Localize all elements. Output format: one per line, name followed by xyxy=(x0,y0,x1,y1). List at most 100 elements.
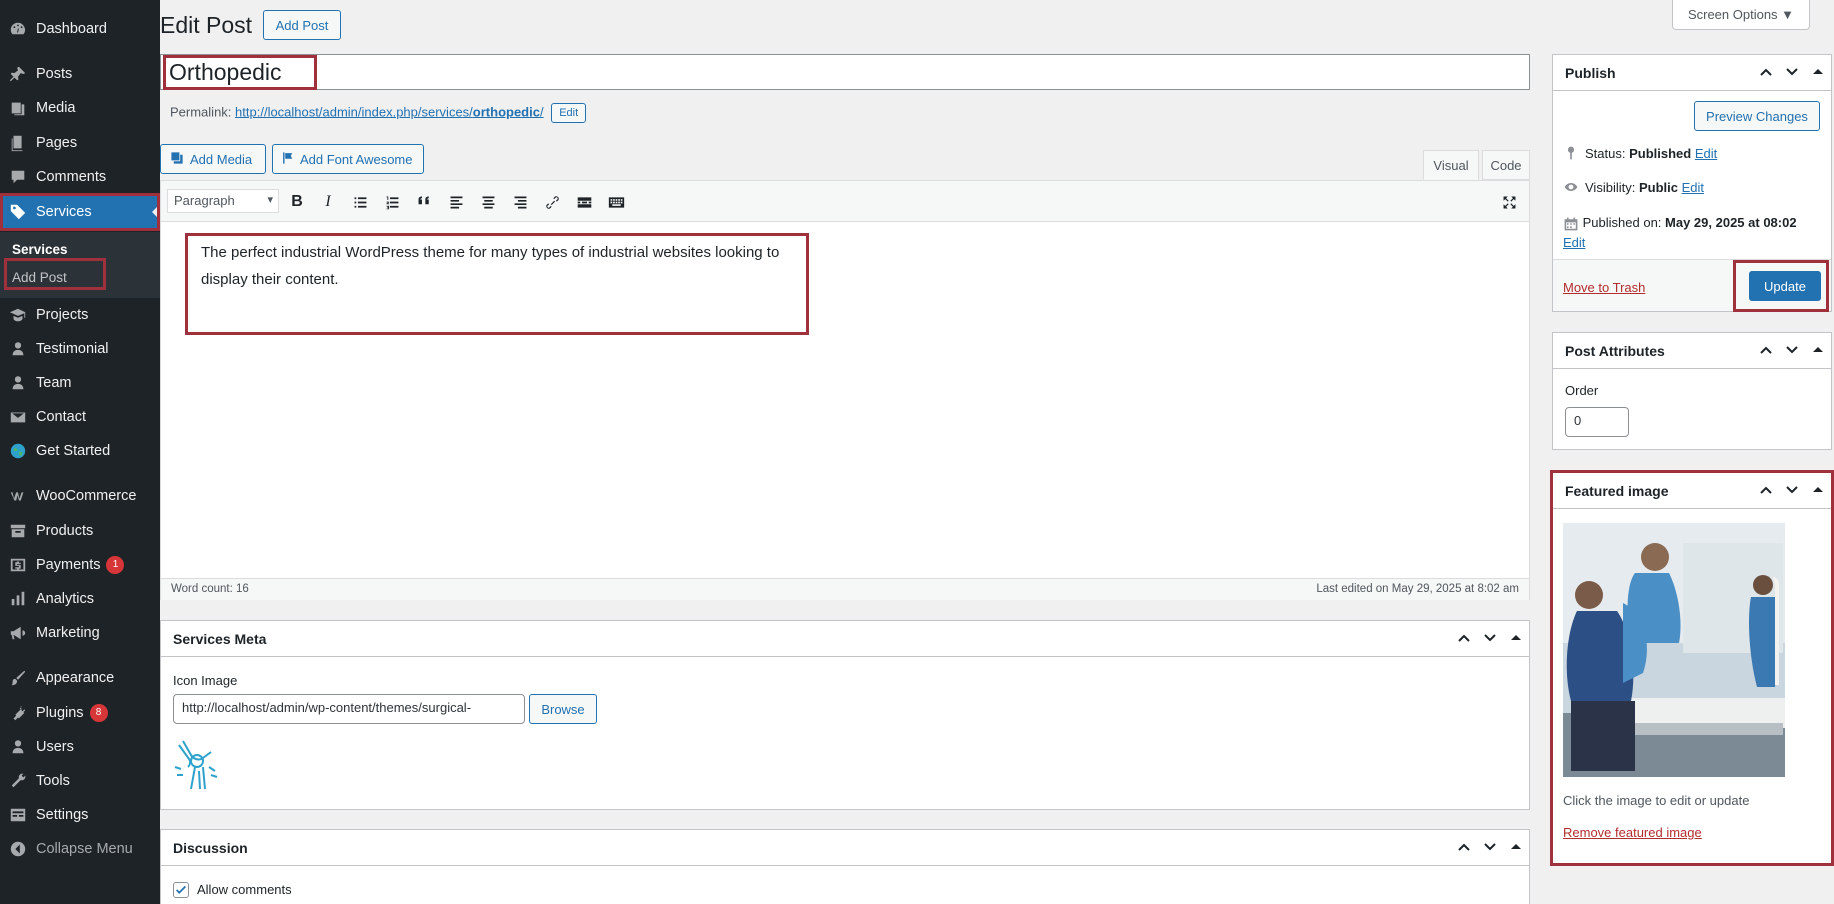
wrench-icon xyxy=(0,772,36,790)
align-right-icon[interactable] xyxy=(508,191,532,213)
sidebar-item-testimonial[interactable]: Testimonial xyxy=(0,332,160,366)
add-font-awesome-button[interactable]: Add Font Awesome xyxy=(272,144,424,174)
sidebar-item-users[interactable]: Users xyxy=(0,730,160,764)
tab-visual[interactable]: Visual xyxy=(1423,150,1479,180)
published-label: Published on: xyxy=(1582,215,1662,230)
sidebar-item-tools[interactable]: Tools xyxy=(0,764,160,798)
discussion-box: Discussion Allow comments xyxy=(160,829,1530,904)
sidebar-item-pages[interactable]: Pages xyxy=(0,126,160,160)
numbered-list-icon[interactable] xyxy=(380,191,404,213)
fullscreen-icon[interactable] xyxy=(1497,191,1521,213)
allow-comments-checkbox[interactable] xyxy=(173,882,189,898)
status-value: Published xyxy=(1629,145,1692,161)
box-handles xyxy=(1757,341,1827,359)
icon-image-input[interactable]: http://localhost/admin/wp-content/themes… xyxy=(173,694,525,724)
toggle-panel-icon[interactable] xyxy=(1809,481,1827,499)
post-title-input[interactable]: Orthopedic xyxy=(160,54,1530,90)
move-up-icon[interactable] xyxy=(1757,341,1775,359)
permalink-edit-button[interactable]: Edit xyxy=(551,103,587,123)
featured-image[interactable] xyxy=(1563,523,1785,777)
format-select[interactable]: Paragraph xyxy=(167,189,279,213)
italic-icon[interactable]: I xyxy=(316,191,340,213)
order-label: Order xyxy=(1565,383,1599,398)
sidebar-item-label: Services xyxy=(36,204,92,220)
published-edit-link[interactable]: Edit xyxy=(1563,235,1585,250)
services-meta-title: Services Meta xyxy=(173,630,267,647)
move-down-icon[interactable] xyxy=(1783,341,1801,359)
sidebar-item-get-started[interactable]: Get Started xyxy=(0,434,160,468)
update-button[interactable]: Update xyxy=(1749,271,1821,301)
collapse-menu-button[interactable]: Collapse Menu xyxy=(0,832,160,866)
sidebar-item-analytics[interactable]: Analytics xyxy=(0,582,160,616)
remove-featured-image-link[interactable]: Remove featured image xyxy=(1563,825,1702,840)
move-up-icon[interactable] xyxy=(1455,838,1473,856)
sidebar-item-projects[interactable]: Projects xyxy=(0,298,160,332)
move-to-trash-link[interactable]: Move to Trash xyxy=(1563,280,1645,295)
discussion-title: Discussion xyxy=(173,839,248,856)
preview-changes-button[interactable]: Preview Changes xyxy=(1694,101,1820,131)
order-input[interactable]: 0 xyxy=(1565,407,1629,437)
editor-toolbar: Paragraph B I xyxy=(161,181,1529,222)
move-down-icon[interactable] xyxy=(1481,629,1499,647)
blockquote-icon[interactable] xyxy=(412,191,436,213)
submenu-services[interactable]: Services xyxy=(12,242,68,257)
box-handles xyxy=(1757,63,1827,81)
keyboard-icon[interactable] xyxy=(604,191,628,213)
submenu-add-post[interactable]: Add Post xyxy=(12,270,67,285)
tag-icon xyxy=(0,203,36,221)
add-post-button[interactable]: Add Post xyxy=(263,10,341,40)
discussion-header: Discussion xyxy=(161,830,1529,866)
move-down-icon[interactable] xyxy=(1783,481,1801,499)
link-icon[interactable] xyxy=(540,191,564,213)
status-edit-link[interactable]: Edit xyxy=(1695,146,1717,161)
add-media-button[interactable]: Add Media xyxy=(160,144,266,174)
sidebar-item-dashboard[interactable]: Dashboard xyxy=(0,12,160,46)
align-left-icon[interactable] xyxy=(444,191,468,213)
add-media-label: Add Media xyxy=(190,151,253,167)
move-down-icon[interactable] xyxy=(1481,838,1499,856)
move-up-icon[interactable] xyxy=(1757,481,1775,499)
sidebar-item-payments[interactable]: Payments 1 xyxy=(0,548,160,582)
move-down-icon[interactable] xyxy=(1783,63,1801,81)
megaphone-icon xyxy=(0,624,36,642)
align-center-icon[interactable] xyxy=(476,191,500,213)
flag-icon xyxy=(281,151,295,168)
sidebar-item-label: Pages xyxy=(36,135,78,151)
add-font-awesome-label: Add Font Awesome xyxy=(300,151,413,167)
sidebar-item-label: Comments xyxy=(36,169,107,185)
move-up-icon[interactable] xyxy=(1757,63,1775,81)
sidebar-item-woocommerce[interactable]: WooCommerce xyxy=(0,479,160,513)
sidebar-item-plugins[interactable]: Plugins 8 xyxy=(0,696,160,730)
bullet-list-icon[interactable] xyxy=(348,191,372,213)
toggle-panel-icon[interactable] xyxy=(1507,838,1525,856)
tab-code[interactable]: Code xyxy=(1482,150,1530,180)
browse-button[interactable]: Browse xyxy=(529,694,597,724)
pin-icon xyxy=(0,65,36,83)
box-handles xyxy=(1455,629,1525,647)
sidebar-item-services[interactable]: Services xyxy=(0,195,160,229)
screen-options-button[interactable]: Screen Options ▼ xyxy=(1672,0,1810,30)
sidebar-item-products[interactable]: Products xyxy=(0,514,160,548)
sidebar-item-contact[interactable]: Contact xyxy=(0,400,160,434)
bold-icon[interactable]: B xyxy=(285,191,309,213)
toggle-panel-icon[interactable] xyxy=(1809,341,1827,359)
mail-icon xyxy=(0,408,36,426)
permalink-link[interactable]: http://localhost/admin/index.php/service… xyxy=(235,104,544,119)
move-up-icon[interactable] xyxy=(1455,629,1473,647)
sidebar-item-settings[interactable]: Settings xyxy=(0,798,160,832)
sidebar-item-appearance[interactable]: Appearance xyxy=(0,661,160,695)
toggle-panel-icon[interactable] xyxy=(1507,629,1525,647)
sidebar-item-label: WooCommerce xyxy=(36,488,137,504)
sidebar-item-posts[interactable]: Posts xyxy=(0,57,160,91)
sidebar-item-comments[interactable]: Comments xyxy=(0,160,160,194)
editor-content[interactable]: The perfect industrial WordPress theme f… xyxy=(201,239,801,293)
sidebar-item-team[interactable]: Team xyxy=(0,366,160,400)
visibility-edit-link[interactable]: Edit xyxy=(1682,180,1704,195)
sidebar-item-marketing[interactable]: Marketing xyxy=(0,616,160,650)
calendar-icon xyxy=(1564,217,1578,230)
sidebar-item-label: Analytics xyxy=(36,591,95,607)
read-more-icon[interactable] xyxy=(572,191,596,213)
sidebar-item-media[interactable]: Media xyxy=(0,91,160,125)
toggle-panel-icon[interactable] xyxy=(1809,63,1827,81)
visibility-value: Public xyxy=(1638,179,1678,195)
